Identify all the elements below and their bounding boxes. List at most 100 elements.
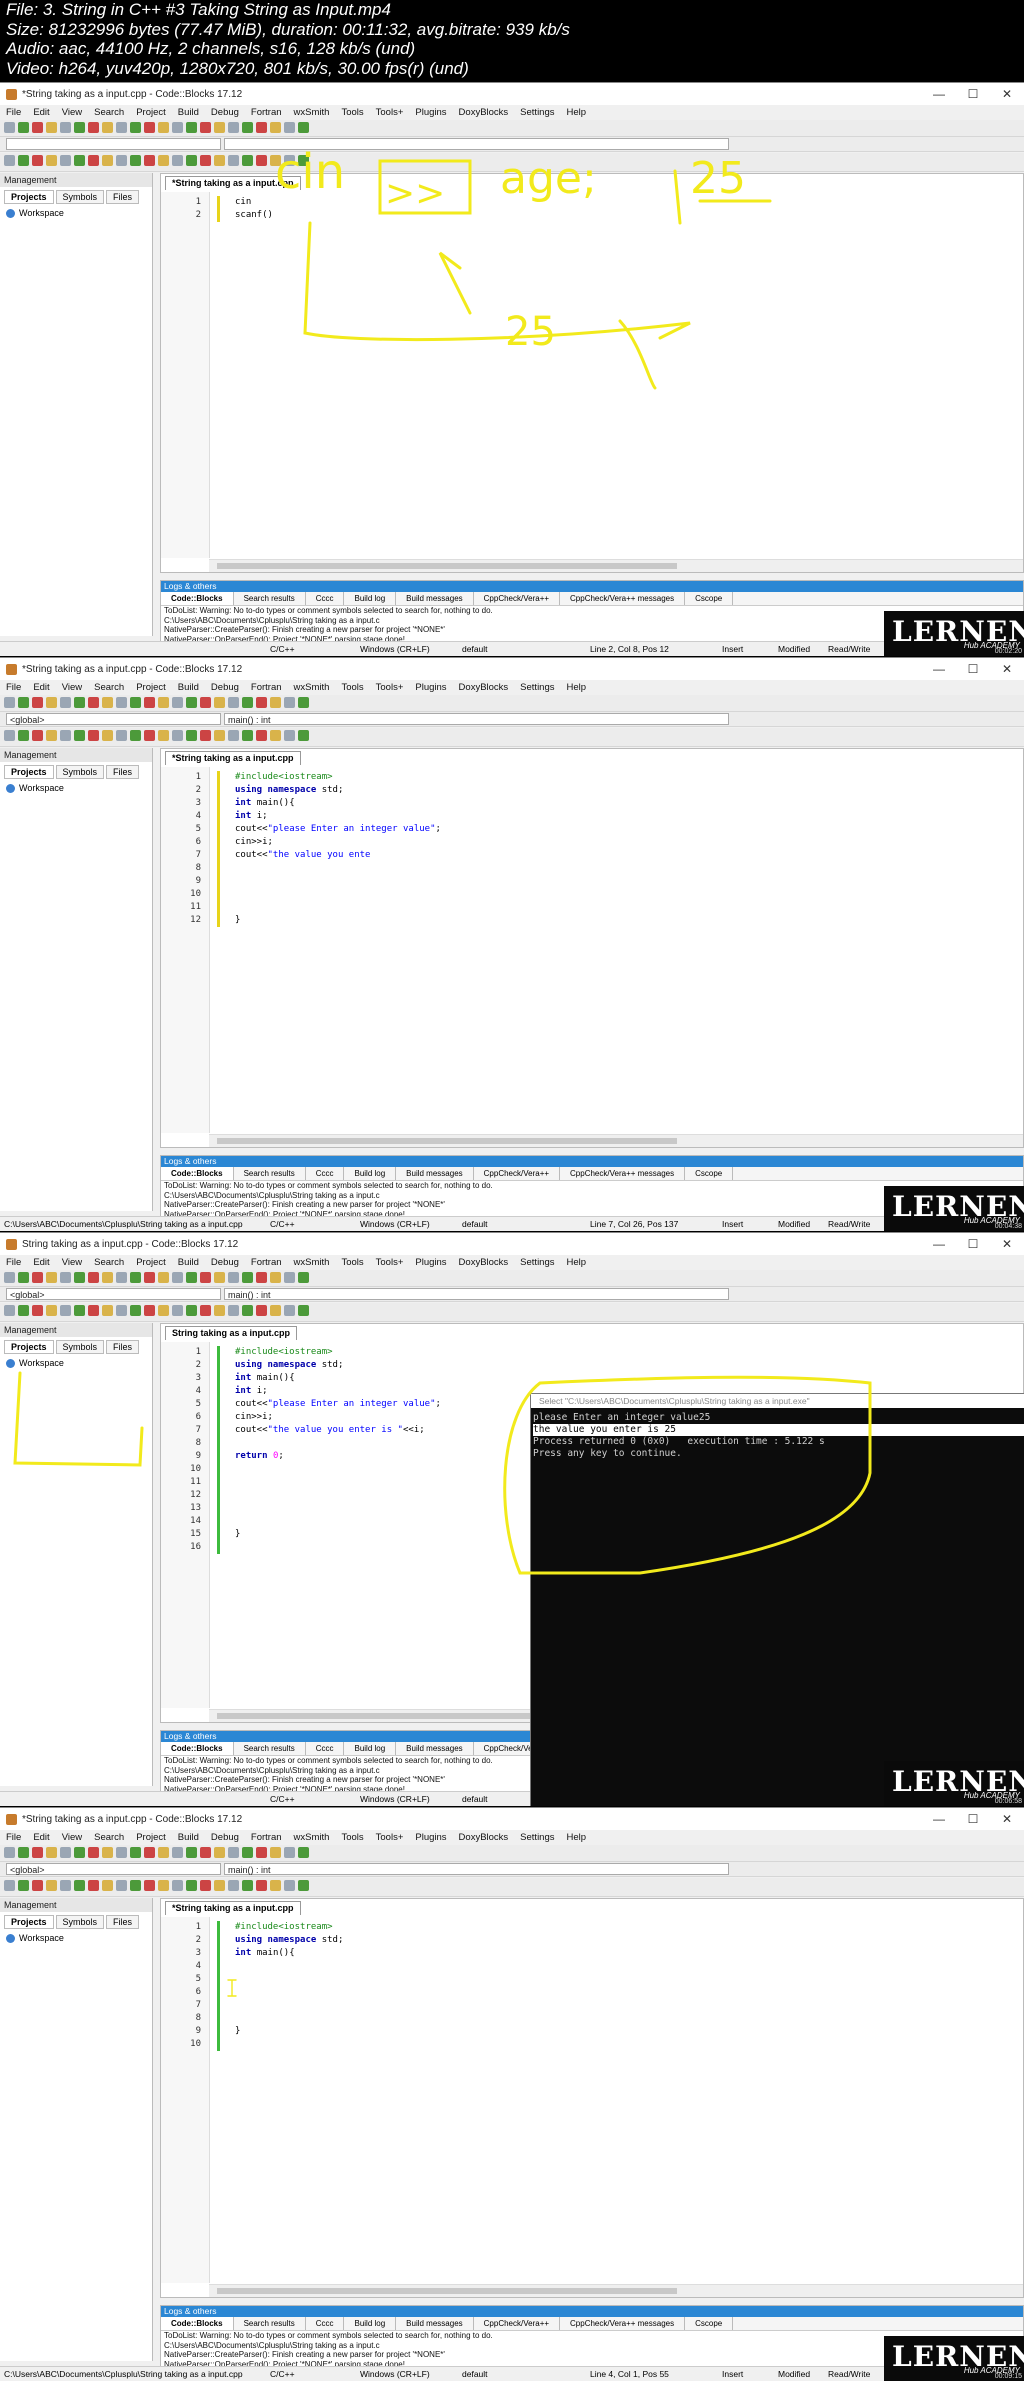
toolbar-button-icon[interactable] [102,1880,113,1891]
scope-combo[interactable]: <global> [6,1863,221,1875]
toolbar-button-icon[interactable] [270,122,281,133]
toolbar-button-icon[interactable] [228,730,239,741]
workspace-node[interactable]: Workspace [6,208,152,218]
log-tab[interactable]: Cccc [306,1167,345,1180]
toolbar-button-icon[interactable] [60,1847,71,1858]
toolbar-button-icon[interactable] [284,730,295,741]
toolbar-button-icon[interactable] [32,1305,43,1316]
toolbar-button-icon[interactable] [130,122,141,133]
menu-item[interactable]: Debug [211,682,239,693]
toolbar-button-icon[interactable] [270,697,281,708]
toolbar-button-icon[interactable] [158,1880,169,1891]
toolbar-button-icon[interactable] [102,730,113,741]
toolbar-button-icon[interactable] [46,697,57,708]
toolbar-button-icon[interactable] [200,697,211,708]
toolbar-button-icon[interactable] [172,730,183,741]
menu-item[interactable]: Build [178,107,199,118]
menu-item[interactable]: Edit [33,682,49,693]
log-tab[interactable]: Search results [234,2317,306,2330]
menu-item[interactable]: Debug [211,1257,239,1268]
menu-item[interactable]: Tools [341,682,363,693]
menu-item[interactable]: Tools+ [376,682,404,693]
toolbar-button-icon[interactable] [74,1847,85,1858]
toolbar-button-icon[interactable] [130,697,141,708]
toolbar-button-icon[interactable] [214,1272,225,1283]
menu-item[interactable]: DoxyBlocks [459,1832,509,1843]
toolbar-button-icon[interactable] [4,1880,15,1891]
toolbar-button-icon[interactable] [116,1305,127,1316]
toolbar-button-icon[interactable] [60,1880,71,1891]
toolbar-button-icon[interactable] [186,1880,197,1891]
log-tab[interactable]: Build log [344,1742,397,1755]
menu-item[interactable]: Tools [341,1832,363,1843]
minimize-icon[interactable]: — [922,1812,956,1826]
toolbar-button-icon[interactable] [32,122,43,133]
toolbar-button-icon[interactable] [270,155,281,166]
toolbar-button-icon[interactable] [214,1847,225,1858]
menu-item[interactable]: Plugins [415,1832,446,1843]
log-tab[interactable]: Build messages [396,592,474,605]
menu-item[interactable]: Fortran [251,107,282,118]
toolbar-button-icon[interactable] [74,1305,85,1316]
toolbar-button-icon[interactable] [144,155,155,166]
toolbar-button-icon[interactable] [60,1305,71,1316]
toolbar-button-icon[interactable] [256,1880,267,1891]
menu-item[interactable]: Fortran [251,1257,282,1268]
minimize-icon[interactable]: — [922,1237,956,1251]
log-tab[interactable]: Cccc [306,1742,345,1755]
toolbar-button-icon[interactable] [242,1272,253,1283]
menu-item[interactable]: Debug [211,1832,239,1843]
menu-item[interactable]: File [6,107,21,118]
toolbar-button-icon[interactable] [144,1880,155,1891]
scope-combo[interactable] [6,138,221,150]
console-window[interactable]: Select "C:\Users\ABC\Documents\Cplusplu\… [530,1393,1024,1806]
toolbar-button-icon[interactable] [60,730,71,741]
maximize-icon[interactable]: ☐ [956,87,990,101]
menu-item[interactable]: Edit [33,1832,49,1843]
menu-item[interactable]: View [62,1257,82,1268]
toolbar-button-icon[interactable] [144,1272,155,1283]
horizontal-scrollbar[interactable] [209,1134,1023,1147]
toolbar-button-icon[interactable] [284,1272,295,1283]
toolbar-button-icon[interactable] [200,1272,211,1283]
menu-item[interactable]: Settings [520,1257,554,1268]
toolbar-button-icon[interactable] [4,1272,15,1283]
menu-item[interactable]: Settings [520,107,554,118]
toolbar-button-icon[interactable] [74,1880,85,1891]
menu-item[interactable]: Project [136,1832,166,1843]
toolbar-button-icon[interactable] [298,1847,309,1858]
management-tab[interactable]: Symbols [55,190,105,204]
management-tab[interactable]: Files [106,1915,140,1929]
toolbar-button-icon[interactable] [284,1847,295,1858]
menu-item[interactable]: Fortran [251,1832,282,1843]
menu-item[interactable]: Edit [33,107,49,118]
toolbar-button-icon[interactable] [186,730,197,741]
toolbar-button-icon[interactable] [200,155,211,166]
log-tab[interactable]: Code::Blocks [161,2317,234,2330]
toolbar-button-icon[interactable] [186,1272,197,1283]
log-tab[interactable]: Build messages [396,1167,474,1180]
toolbar-button-icon[interactable] [200,1847,211,1858]
toolbar-button-icon[interactable] [186,697,197,708]
toolbar-button-icon[interactable] [88,1847,99,1858]
toolbar-button-icon[interactable] [298,155,309,166]
log-tab[interactable]: CppCheck/Vera++ messages [560,2317,686,2330]
close-icon[interactable]: ✕ [990,1237,1024,1251]
menu-item[interactable]: DoxyBlocks [459,682,509,693]
menu-item[interactable]: Plugins [415,1257,446,1268]
toolbar-button-icon[interactable] [228,1272,239,1283]
toolbar-button-icon[interactable] [172,1880,183,1891]
toolbar-button-icon[interactable] [18,155,29,166]
toolbar-button-icon[interactable] [74,155,85,166]
toolbar-button-icon[interactable] [102,1305,113,1316]
menu-item[interactable]: Edit [33,1257,49,1268]
toolbar-button-icon[interactable] [256,1847,267,1858]
toolbar-button-icon[interactable] [228,1305,239,1316]
toolbar-button-icon[interactable] [32,155,43,166]
toolbar-button-icon[interactable] [116,1272,127,1283]
log-tab[interactable]: Code::Blocks [161,592,234,605]
management-tab[interactable]: Symbols [55,1915,105,1929]
management-tab[interactable]: Symbols [55,765,105,779]
menu-item[interactable]: Build [178,1257,199,1268]
menu-item[interactable]: Tools+ [376,107,404,118]
